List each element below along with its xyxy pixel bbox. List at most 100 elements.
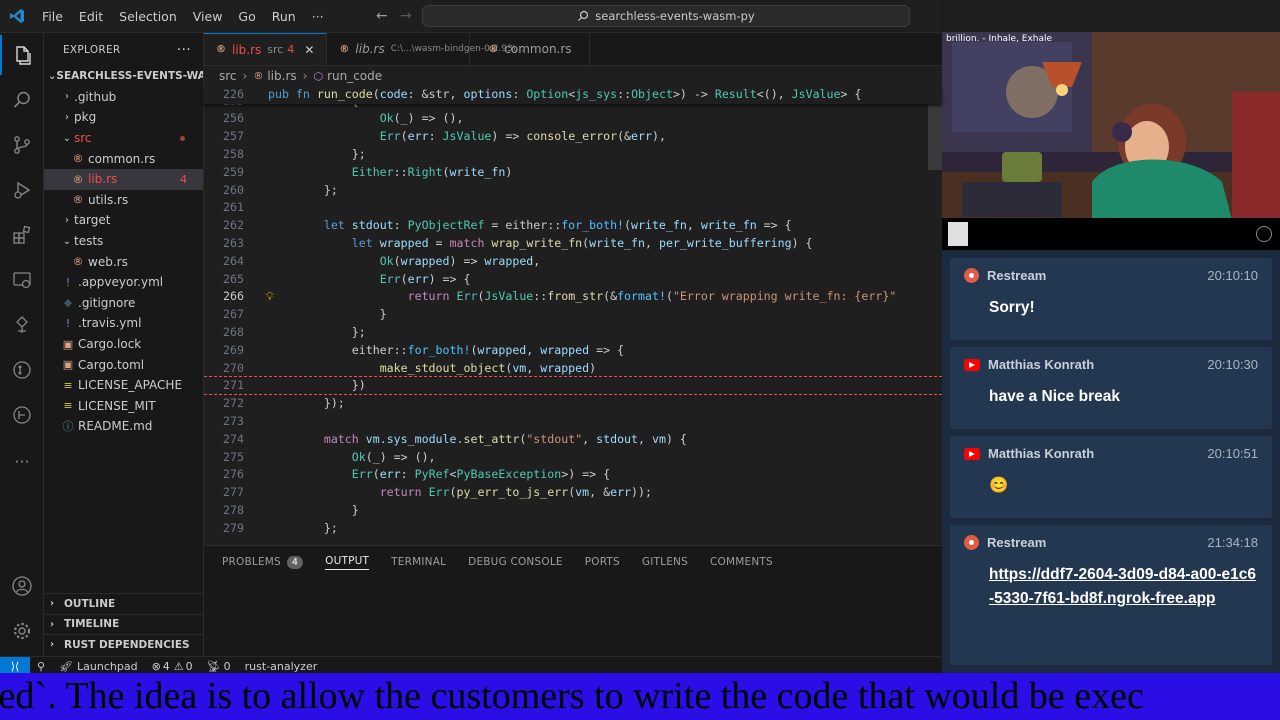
workspace-root[interactable]: ⌄ SEARCHLESS-EVENTS-WA... xyxy=(44,66,203,87)
extensions-icon[interactable] xyxy=(0,215,44,255)
source-control-icon[interactable] xyxy=(0,125,44,165)
menu-edit[interactable]: Edit xyxy=(71,0,111,33)
sticky-scroll-line[interactable]: 226 pub fn run_code(code: &str, options: … xyxy=(204,86,942,104)
breadcrumb-item[interactable]: lib.rs xyxy=(267,69,296,83)
code-line[interactable]: 279 }; xyxy=(204,520,942,538)
code-line[interactable]: 271 }) xyxy=(204,377,942,396)
code-line[interactable]: 270 make_stdout_object(vm, wrapped) xyxy=(204,360,942,378)
tab-output[interactable]: OUTPUT xyxy=(325,555,370,570)
file-item[interactable]: ® common.rs xyxy=(44,148,203,169)
menu-run[interactable]: Run xyxy=(264,0,304,33)
back-arrow-icon[interactable]: ← xyxy=(370,8,394,24)
code-line[interactable]: 259 Either::Right(write_fn) xyxy=(204,164,942,182)
code-line[interactable]: 267 } xyxy=(204,306,942,324)
folder-item[interactable]: › target xyxy=(44,210,203,231)
code-line[interactable]: 275 Ok(_) => (), xyxy=(204,449,942,467)
rust-analyzer-status[interactable]: rust-analyzer xyxy=(238,660,325,673)
menu-file[interactable]: File xyxy=(34,0,71,33)
code-line[interactable]: 268 }; xyxy=(204,324,942,342)
code-line[interactable]: 258 }; xyxy=(204,146,942,164)
launchpad-item[interactable]: 🚀︎ Launchpad xyxy=(52,660,145,673)
search-icon xyxy=(578,10,589,21)
tab-gitlens[interactable]: GITLENS xyxy=(642,556,688,568)
line-number: 275 xyxy=(223,449,244,464)
tab-label: common.rs xyxy=(504,42,572,56)
code-line[interactable]: 276 Err(err: PyRef<PyBaseException>) => … xyxy=(204,466,942,484)
code-line[interactable]: 262 let stdout: PyObjectRef = either::fo… xyxy=(204,217,942,235)
line-number: 258 xyxy=(223,147,244,162)
folder-item[interactable]: › pkg xyxy=(44,107,203,128)
outline-label: OUTLINE xyxy=(64,597,116,610)
code-line[interactable]: 278 } xyxy=(204,502,942,520)
chat-message: Matthias Konrath 20:10:51 😊 xyxy=(950,436,1272,518)
ports-status[interactable]: 📡︎ 0 xyxy=(200,660,238,673)
tab-problems[interactable]: PROBLEMS 4 xyxy=(222,555,304,569)
file-item[interactable]: ® utils.rs xyxy=(44,190,203,211)
tab-common-rs[interactable]: ® common.rs xyxy=(470,33,591,65)
chat-link[interactable]: https://ddf7-2604-3d09-d84-a00-e1c6-5330… xyxy=(989,563,1259,611)
menu-view[interactable]: View xyxy=(185,0,231,33)
search-icon[interactable] xyxy=(0,80,44,120)
live-share-icon[interactable]: ⚲ xyxy=(30,660,52,673)
testing-icon[interactable] xyxy=(0,305,44,345)
code-line[interactable]: 260 }; xyxy=(204,182,942,200)
code-line[interactable]: 272 }); xyxy=(204,395,942,413)
breadcrumb-item[interactable]: run_code xyxy=(327,69,382,83)
file-item[interactable]: ≡ LICENSE_APACHE xyxy=(44,375,203,396)
tab-lib-rs-wasm-bindgen[interactable]: ® lib.rs C:\...\wasm-bindgen-0.2.93\... xyxy=(327,33,524,65)
command-center-search[interactable]: searchless-events-wasm-py xyxy=(422,5,910,27)
code-line[interactable]: 273 xyxy=(204,413,942,431)
file-item[interactable]: ® lib.rs 4 xyxy=(44,168,203,190)
code-line[interactable]: 263 let wrapped = match wrap_write_fn(wr… xyxy=(204,235,942,253)
code-line[interactable]: 269 either::for_both!(wrapped, wrapped =… xyxy=(204,342,942,360)
code-line[interactable]: 265 Err(err) => { xyxy=(204,271,942,289)
explorer-icon[interactable] xyxy=(0,35,44,75)
breadcrumb-item[interactable]: src xyxy=(219,69,237,83)
file-item[interactable]: ! .appveyor.yml xyxy=(44,272,203,293)
remote-explorer-icon[interactable] xyxy=(0,260,44,300)
menu-selection[interactable]: Selection xyxy=(111,0,185,33)
file-item[interactable]: ◆ .gitignore xyxy=(44,293,203,314)
menu-go[interactable]: Go xyxy=(230,0,263,33)
code-line[interactable]: 274 match vm.sys_module.set_attr("stdout… xyxy=(204,431,942,449)
tab-ports[interactable]: PORTS xyxy=(585,556,620,568)
tab-lib-rs-src[interactable]: ® lib.rs src 4 ✕ xyxy=(204,33,328,65)
file-item[interactable]: ® web.rs xyxy=(44,251,203,272)
menu-more[interactable]: ··· xyxy=(304,0,332,33)
file-item[interactable]: ▣ Cargo.toml xyxy=(44,354,203,375)
file-item[interactable]: ≡ LICENSE_MIT xyxy=(44,396,203,417)
explorer-more-icon[interactable]: ··· xyxy=(177,42,191,58)
rust-dependencies-section[interactable]: › RUST DEPENDENCIES xyxy=(44,634,203,655)
tab-comments[interactable]: COMMENTS xyxy=(710,556,773,568)
code-line[interactable]: 277 return Err(py_err_to_js_err(vm, &err… xyxy=(204,484,942,502)
code-line[interactable]: 257 Err(err: JsValue) => console_error(&… xyxy=(204,128,942,146)
code-line[interactable]: 264 Ok(wrapped) => wrapped, xyxy=(204,253,942,271)
file-item[interactable]: ⓘ README.md xyxy=(44,416,203,437)
tab-terminal[interactable]: TERMINAL xyxy=(391,556,446,568)
folder-item[interactable]: ⌄ src xyxy=(44,128,203,149)
account-icon[interactable] xyxy=(0,566,44,606)
forward-arrow-icon[interactable]: → xyxy=(394,8,418,24)
folder-item[interactable]: ⌄ tests xyxy=(44,231,203,252)
manage-gear-icon[interactable] xyxy=(0,611,44,651)
run-debug-icon[interactable] xyxy=(0,170,44,210)
gitlens-inspect-icon[interactable] xyxy=(0,395,44,435)
chat-message-header: Restream xyxy=(964,268,1046,283)
problems-status[interactable]: ⊗ 4 ⚠ 0 xyxy=(145,660,200,673)
code-line[interactable]: 256 Ok(_) => (), xyxy=(204,110,942,128)
code-editor[interactable]: 226 pub fn run_code(code: &str, options: … xyxy=(204,86,942,545)
file-item[interactable]: ▣ Cargo.lock xyxy=(44,334,203,355)
code-line[interactable]: 266 💡︎ return Err(JsValue::from_str(&form… xyxy=(204,288,942,306)
outline-section[interactable]: › OUTLINE xyxy=(44,593,203,614)
folder-item[interactable]: › .github xyxy=(44,87,203,108)
chat-message-header: Restream xyxy=(964,535,1046,550)
more-views-icon[interactable]: ··· xyxy=(0,441,44,481)
timeline-section[interactable]: › TIMELINE xyxy=(44,613,203,635)
code-line[interactable]: 261 xyxy=(204,199,942,217)
close-icon[interactable]: ✕ xyxy=(304,43,314,57)
file-item[interactable]: ! .travis.yml xyxy=(44,313,203,334)
title-bar: File Edit Selection View Go Run ··· ← → … xyxy=(0,0,942,33)
gitlens-icon[interactable] xyxy=(0,350,44,390)
tree-item-label: lib.rs xyxy=(88,172,118,187)
tab-debug-console[interactable]: DEBUG CONSOLE xyxy=(468,556,563,568)
